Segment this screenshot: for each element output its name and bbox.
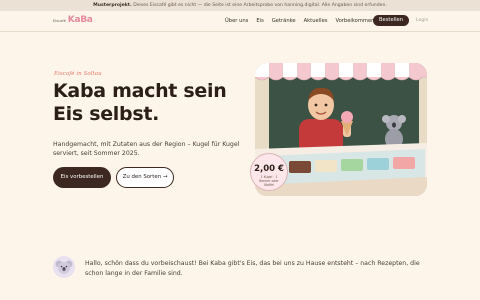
koala-icon bbox=[55, 260, 73, 274]
price-note: 1 Kugel · 1 Becher oder Waffel bbox=[259, 175, 279, 187]
brand-subtitle: Eiscafé bbox=[53, 18, 66, 23]
preorder-button[interactable]: Eis vorbestellen bbox=[53, 167, 111, 188]
koala-avatar bbox=[53, 256, 75, 278]
price-value: 2,00 € bbox=[254, 164, 284, 174]
brand-logo[interactable]: Eiscafé KaBa bbox=[53, 16, 93, 25]
flavours-button[interactable]: Zu den Sorten → bbox=[116, 167, 174, 188]
order-button[interactable]: Bestellen bbox=[373, 15, 409, 26]
banner-text: Dieses Eiscafé gibt es nicht — die Seite… bbox=[133, 3, 387, 8]
hero-tagline: Eiscafé in Soltau bbox=[54, 71, 102, 77]
nav-item-aktuelles[interactable]: Aktuelles bbox=[304, 18, 328, 24]
login-link[interactable]: Login bbox=[416, 16, 428, 26]
brand-name: KaBa bbox=[67, 15, 93, 25]
nav-item-ueber-uns[interactable]: Über uns bbox=[225, 18, 248, 24]
header-divider bbox=[0, 31, 480, 32]
banner-label: Musterprojekt. bbox=[93, 3, 132, 8]
nav-item-eis[interactable]: Eis bbox=[256, 18, 263, 24]
price-badge: 2,00 € 1 Kugel · 1 Becher oder Waffel bbox=[250, 153, 288, 191]
welcome-text: Hallo, schön dass du vorbeischaust! Bei … bbox=[85, 260, 420, 277]
demo-banner: Musterprojekt. Dieses Eiscafé gibt es ni… bbox=[0, 0, 480, 11]
hero-lead: Handgemacht, mit Zutaten aus der Region … bbox=[53, 141, 240, 157]
main-menu: Über uns Eis Getränke Aktuelles Vorbeiko… bbox=[225, 11, 374, 31]
nav-item-vorbeikommen[interactable]: Vorbeikommen bbox=[335, 18, 374, 24]
hero-headline: Kaba macht sein Eis selbst. bbox=[53, 80, 227, 125]
top-navigation: Eiscafé KaBa Über uns Eis Getränke Aktue… bbox=[0, 11, 480, 31]
nav-item-getraenke[interactable]: Getränke bbox=[272, 18, 296, 24]
